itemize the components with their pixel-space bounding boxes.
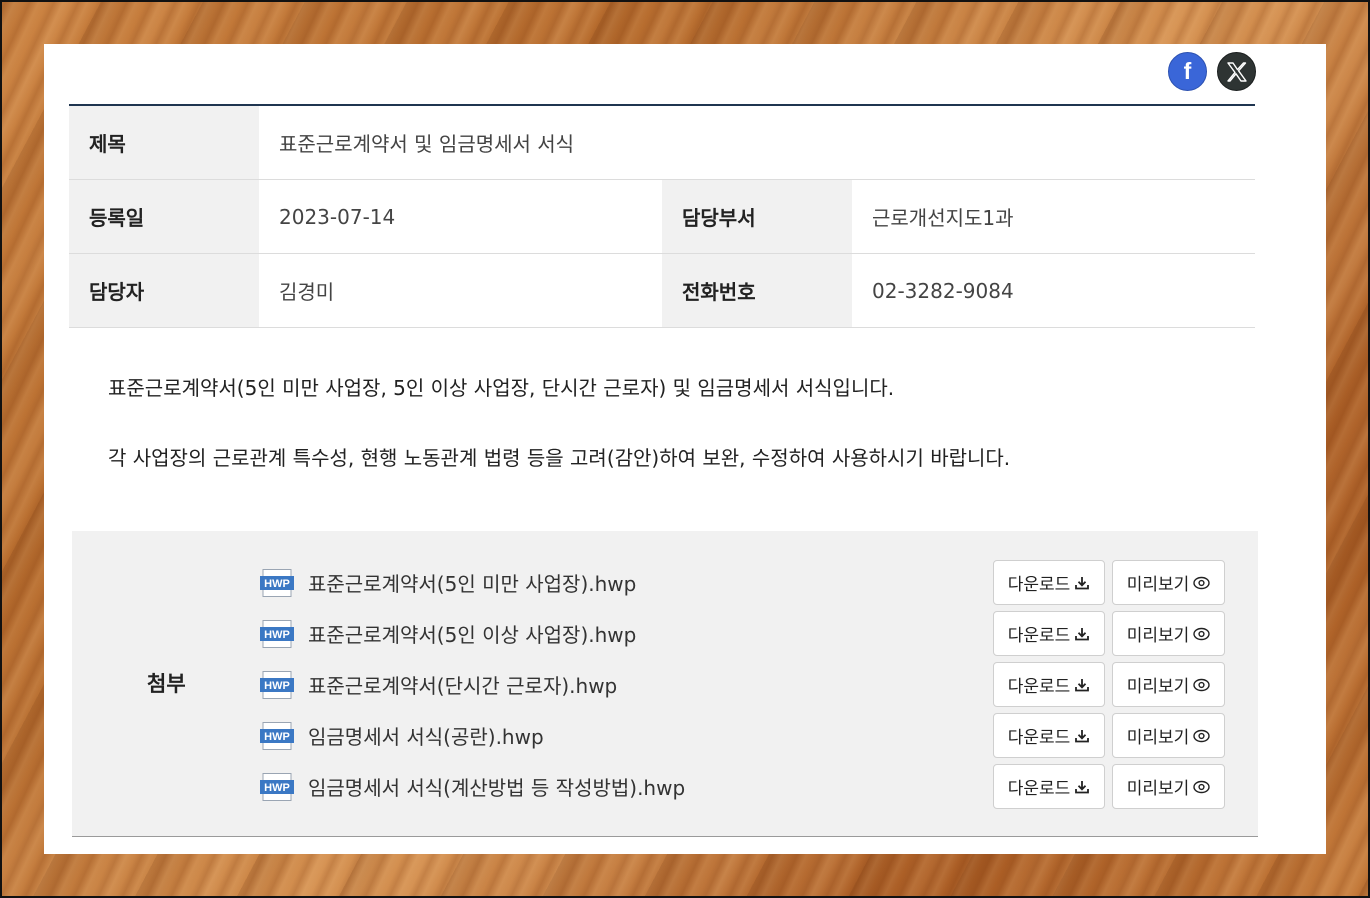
- svg-text:f: f: [1184, 58, 1192, 84]
- svg-text:HWP: HWP: [264, 782, 290, 794]
- info-table: 제목 표준근로계약서 및 임금명세서 서식 등록일 2023-07-14 담당부…: [69, 104, 1255, 328]
- download-icon: [1075, 780, 1090, 793]
- hwp-file-icon: HWP: [260, 619, 294, 648]
- eye-icon: [1193, 729, 1210, 742]
- attachments-label: 첨부: [147, 672, 186, 696]
- attachment-file-name[interactable]: 임금명세서 서식(계산방법 등 작성방법).hwp: [308, 772, 993, 801]
- hwp-file-icon: HWP: [260, 670, 294, 699]
- attachment-file-name[interactable]: 임금명세서 서식(공란).hwp: [308, 721, 993, 750]
- attachments-section: 첨부 HWP 표준근로계약서(5인 미만 사업장).hwp 다운로드 미리보기: [72, 531, 1258, 837]
- download-icon: [1075, 627, 1090, 640]
- attachment-item: HWP 임금명세서 서식(계산방법 등 작성방법).hwp 다운로드 미리보기: [260, 761, 1225, 812]
- person-value: 김경미: [279, 280, 335, 304]
- attachment-file-name[interactable]: 표준근로계약서(단시간 근로자).hwp: [308, 670, 993, 699]
- person-label: 담당자: [69, 254, 259, 327]
- preview-button[interactable]: 미리보기: [1112, 662, 1225, 707]
- download-icon: [1075, 729, 1090, 742]
- share-buttons: f: [1168, 52, 1256, 91]
- preview-button[interactable]: 미리보기: [1112, 611, 1225, 656]
- preview-button[interactable]: 미리보기: [1112, 560, 1225, 605]
- title-label: 제목: [69, 106, 259, 179]
- eye-icon: [1193, 576, 1210, 589]
- preview-button[interactable]: 미리보기: [1112, 764, 1225, 809]
- attachment-file-name[interactable]: 표준근로계약서(5인 미만 사업장).hwp: [308, 568, 993, 597]
- info-row-title: 제목 표준근로계약서 및 임금명세서 서식: [69, 106, 1255, 180]
- x-share-button[interactable]: [1217, 52, 1256, 91]
- attachment-item: HWP 표준근로계약서(단시간 근로자).hwp 다운로드 미리보기: [260, 659, 1225, 710]
- eye-icon: [1193, 780, 1210, 793]
- download-button[interactable]: 다운로드: [993, 662, 1105, 707]
- phone-label: 전화번호: [662, 254, 852, 327]
- hwp-file-icon: HWP: [260, 772, 294, 801]
- download-icon: [1075, 678, 1090, 691]
- x-icon: [1226, 61, 1247, 82]
- info-row-person: 담당자 김경미 전화번호 02-3282-9084: [69, 254, 1255, 328]
- attachment-item: HWP 임금명세서 서식(공란).hwp 다운로드 미리보기: [260, 710, 1225, 761]
- dept-label: 담당부서: [662, 180, 852, 253]
- download-button[interactable]: 다운로드: [993, 713, 1105, 758]
- svg-text:HWP: HWP: [264, 578, 290, 590]
- dept-value: 근로개선지도1과: [872, 206, 1014, 230]
- article-body: 표준근로계약서(5인 미만 사업장, 5인 이상 사업장, 단시간 근로자) 및…: [108, 374, 1208, 514]
- svg-text:HWP: HWP: [264, 629, 290, 641]
- date-label: 등록일: [69, 180, 259, 253]
- hwp-file-icon: HWP: [260, 568, 294, 597]
- attachment-file-name[interactable]: 표준근로계약서(5인 이상 사업장).hwp: [308, 619, 993, 648]
- body-paragraph-2: 각 사업장의 근로관계 특수성, 현행 노동관계 법령 등을 고려(감안)하여 …: [108, 446, 1011, 470]
- attachment-list: HWP 표준근로계약서(5인 미만 사업장).hwp 다운로드 미리보기 HWP…: [260, 557, 1225, 812]
- attachment-item: HWP 표준근로계약서(5인 미만 사업장).hwp 다운로드 미리보기: [260, 557, 1225, 608]
- info-row-date: 등록일 2023-07-14 담당부서 근로개선지도1과: [69, 180, 1255, 254]
- preview-button[interactable]: 미리보기: [1112, 713, 1225, 758]
- eye-icon: [1193, 678, 1210, 691]
- attachment-item: HWP 표준근로계약서(5인 이상 사업장).hwp 다운로드 미리보기: [260, 608, 1225, 659]
- download-button[interactable]: 다운로드: [993, 611, 1105, 656]
- download-icon: [1075, 576, 1090, 589]
- svg-text:HWP: HWP: [264, 680, 290, 692]
- download-button[interactable]: 다운로드: [993, 560, 1105, 605]
- eye-icon: [1193, 627, 1210, 640]
- facebook-icon: f: [1184, 58, 1192, 84]
- title-value: 표준근로계약서 및 임금명세서 서식: [279, 132, 575, 156]
- hwp-file-icon: HWP: [260, 721, 294, 750]
- download-button[interactable]: 다운로드: [993, 764, 1105, 809]
- date-value: 2023-07-14: [279, 204, 396, 229]
- body-paragraph-1: 표준근로계약서(5인 미만 사업장, 5인 이상 사업장, 단시간 근로자) 및…: [108, 376, 895, 400]
- phone-value: 02-3282-9084: [872, 278, 1014, 303]
- svg-text:HWP: HWP: [264, 731, 290, 743]
- article-card: f 제목 표준근로계약서 및 임금명세서 서식 등록일 2023-07-14 담…: [44, 44, 1326, 854]
- facebook-share-button[interactable]: f: [1168, 52, 1207, 91]
